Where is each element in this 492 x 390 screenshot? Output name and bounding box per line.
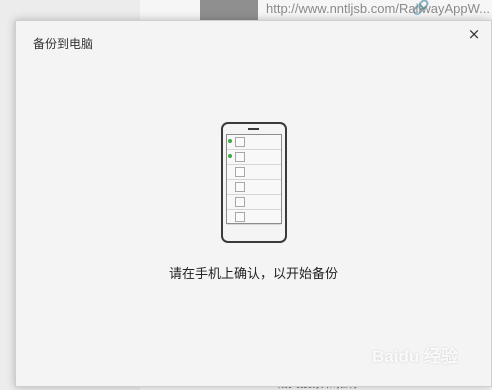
phone-list-row bbox=[227, 150, 281, 165]
phone-screen bbox=[226, 134, 282, 225]
checkbox-icon bbox=[235, 137, 245, 147]
background-url-text: http://www.nntljsb.com/RailwayAppW... bbox=[266, 1, 490, 16]
dialog-title: 备份到电脑 bbox=[33, 37, 94, 51]
phone-list-row bbox=[227, 210, 281, 225]
background-link-thumbnail: 🔗 bbox=[200, 0, 429, 20]
baidu-watermark: Baidu 经验 bbox=[372, 347, 458, 366]
checkbox-icon bbox=[235, 182, 245, 192]
phone-list-row bbox=[227, 135, 281, 150]
backup-dialog: 备份到电脑 × 请在手机上确认，以开始备份 bbox=[15, 20, 492, 387]
confirm-prompt: 请在手机上确认，以开始备份 bbox=[168, 267, 338, 282]
checkbox-icon bbox=[235, 212, 245, 222]
checkbox-icon bbox=[235, 197, 245, 207]
selected-dot-icon bbox=[228, 154, 232, 158]
phone-list-row bbox=[227, 180, 281, 195]
close-button[interactable]: × bbox=[465, 25, 483, 43]
phone-list-row bbox=[227, 165, 281, 180]
selected-dot-icon bbox=[228, 139, 232, 143]
checkbox-icon bbox=[235, 167, 245, 177]
phone-illustration bbox=[221, 122, 287, 243]
phone-list-row bbox=[227, 195, 281, 210]
phone-speaker bbox=[248, 128, 259, 130]
checkbox-icon bbox=[235, 152, 245, 162]
